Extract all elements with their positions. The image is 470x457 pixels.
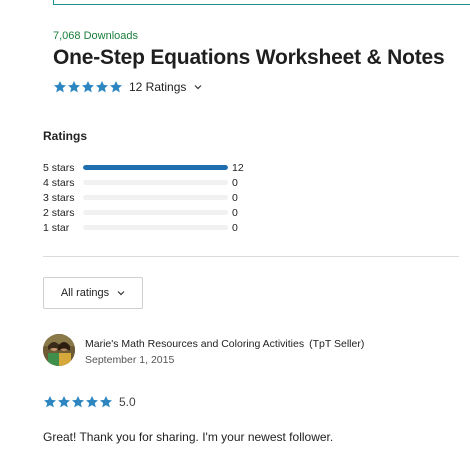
review-stars: [43, 395, 113, 409]
review-text: Great! Thank you for sharing. I'm your n…: [43, 430, 334, 444]
chevron-down-icon: [117, 289, 125, 297]
seller-tag: (TpT Seller): [309, 338, 365, 350]
top-frame-border: [53, 0, 470, 5]
star-icon: [67, 80, 81, 94]
rating-row-count: 0: [232, 221, 238, 234]
rating-row-3[interactable]: 3 stars 0: [43, 190, 253, 205]
avatar[interactable]: [43, 334, 75, 366]
rating-count-label: 12 Ratings: [129, 80, 187, 94]
rating-summary-toggle[interactable]: 12 Ratings: [53, 80, 202, 94]
rating-row-count: 0: [232, 176, 238, 189]
rating-bar-track: [83, 225, 228, 230]
rating-bar-fill: [83, 165, 228, 170]
star-icon: [57, 395, 71, 409]
rating-row-count: 12: [232, 161, 244, 174]
star-icon: [53, 80, 67, 94]
download-count: 7,068 Downloads: [53, 30, 139, 42]
review-date: September 1, 2015: [85, 354, 175, 366]
star-icon: [43, 395, 57, 409]
rating-row-label: 1 star: [43, 221, 70, 234]
star-icon: [85, 395, 99, 409]
review-author-name[interactable]: Marie's Math Resources and Coloring Acti…: [85, 338, 304, 350]
rating-stars: [53, 80, 123, 94]
star-icon: [81, 80, 95, 94]
rating-bar-track: [83, 180, 228, 185]
rating-bar-track: [83, 165, 228, 170]
rating-filter-dropdown[interactable]: All ratings: [43, 277, 143, 309]
rating-row-label: 5 stars: [43, 161, 75, 174]
rating-row-label: 3 stars: [43, 191, 75, 204]
rating-row-1[interactable]: 1 star 0: [43, 220, 253, 235]
product-title: One-Step Equations Worksheet & Notes: [53, 46, 445, 69]
star-icon: [71, 395, 85, 409]
rating-bar-track: [83, 195, 228, 200]
rating-row-label: 2 stars: [43, 206, 75, 219]
chevron-down-icon: [194, 83, 202, 91]
star-icon: [99, 395, 113, 409]
rating-row-5[interactable]: 5 stars 12: [43, 160, 253, 175]
rating-row-label: 4 stars: [43, 176, 75, 189]
rating-filter-label: All ratings: [60, 287, 110, 299]
ratings-heading: Ratings: [43, 129, 88, 143]
review-author-line: Marie's Math Resources and Coloring Acti…: [85, 338, 364, 350]
ratings-breakdown: 5 stars 12 4 stars 0 3 stars 0 2 stars 0…: [43, 160, 253, 235]
review-rating: 5.0: [43, 395, 136, 409]
section-divider: [43, 256, 459, 257]
rating-row-count: 0: [232, 191, 238, 204]
star-icon: [95, 80, 109, 94]
rating-row-4[interactable]: 4 stars 0: [43, 175, 253, 190]
rating-row-2[interactable]: 2 stars 0: [43, 205, 253, 220]
rating-bar-track: [83, 210, 228, 215]
star-icon: [109, 80, 123, 94]
rating-row-count: 0: [232, 206, 238, 219]
review-score: 5.0: [119, 395, 136, 409]
